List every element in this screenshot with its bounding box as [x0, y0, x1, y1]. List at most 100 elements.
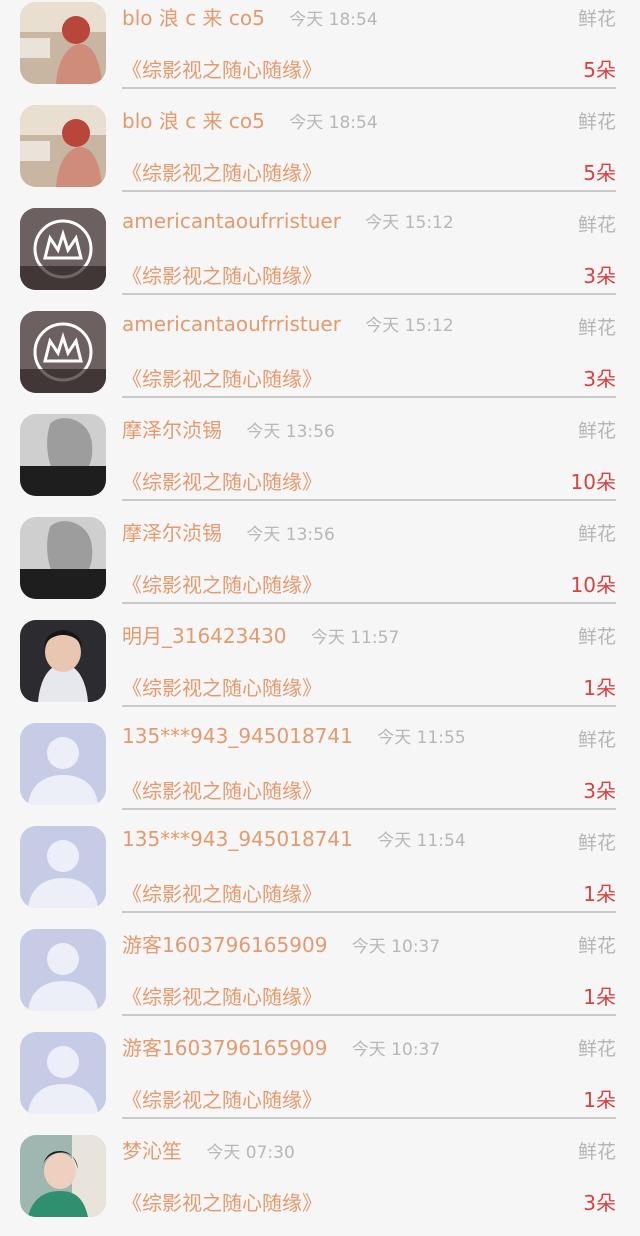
username-text: 135***943_945018741 — [122, 724, 353, 748]
list-item[interactable]: 游客1603796165909 今天 10:37 鲜花 《综影视之随心随缘》 1… — [0, 927, 640, 1030]
gift-type: 鲜花 — [577, 729, 616, 751]
book-title[interactable]: 《综影视之随心随缘》 — [122, 775, 322, 804]
list-item[interactable]: 梦沁笙 今天 07:30 鲜花 《综影视之随心随缘》 3朵 — [0, 1133, 640, 1236]
avatar[interactable] — [20, 2, 106, 84]
timestamp: 今天 11:55 — [377, 728, 466, 748]
gift-type: 鲜花 — [577, 317, 616, 339]
avatar[interactable] — [20, 208, 106, 290]
divider — [122, 602, 616, 604]
gift-count: 5朵 — [583, 161, 616, 185]
gift-type: 鲜花 — [577, 1038, 616, 1060]
username: 明月_316423430 今天 11:57 — [122, 620, 399, 649]
avatar[interactable] — [20, 929, 106, 1011]
username-text: 游客1603796165909 — [122, 933, 328, 957]
username: 梦沁笙 今天 07:30 — [122, 1135, 295, 1164]
avatar-photo-icon — [20, 105, 106, 187]
book-title[interactable]: 《综影视之随心随缘》 — [122, 569, 322, 598]
default-avatar-icon — [20, 929, 106, 1011]
timestamp: 今天 15:12 — [365, 316, 454, 336]
gift-count: 1朵 — [583, 676, 616, 700]
gift-count: 3朵 — [583, 1191, 616, 1215]
avatar[interactable] — [20, 311, 106, 393]
timestamp: 今天 07:30 — [206, 1143, 295, 1163]
username: americantaoufrristuer 今天 15:12 — [122, 311, 454, 336]
book-title[interactable]: 《综影视之随心随缘》 — [122, 260, 322, 289]
list-item[interactable]: 135***943_945018741 今天 11:55 鲜花 《综影视之随心随… — [0, 721, 640, 824]
username: 游客1603796165909 今天 10:37 — [122, 929, 440, 958]
avatar[interactable] — [20, 414, 106, 496]
divider — [122, 808, 616, 810]
timestamp: 今天 18:54 — [289, 113, 378, 133]
timestamp: 今天 15:12 — [365, 213, 454, 233]
username: blo 浪 c 来 co5 今天 18:54 — [122, 105, 378, 134]
default-avatar-icon — [20, 723, 106, 805]
gift-count: 3朵 — [583, 779, 616, 803]
username: 135***943_945018741 今天 11:55 — [122, 723, 466, 748]
gift-count: 3朵 — [583, 264, 616, 288]
list-item[interactable]: 摩泽尔浈锡 今天 13:56 鲜花 《综影视之随心随缘》 10朵 — [0, 515, 640, 618]
timestamp: 今天 10:37 — [351, 937, 441, 957]
list-item[interactable]: americantaoufrristuer 今天 15:12 鲜花 《综影视之随… — [0, 309, 640, 412]
gift-type: 鲜花 — [577, 832, 616, 854]
timestamp: 今天 11:57 — [310, 628, 400, 648]
gift-type: 鲜花 — [577, 214, 616, 236]
username: 135***943_945018741 今天 11:54 — [122, 826, 466, 851]
avatar-photo-icon — [20, 311, 106, 393]
book-title[interactable]: 《综影视之随心随缘》 — [122, 1187, 322, 1216]
gift-type: 鲜花 — [577, 8, 616, 30]
gift-count: 5朵 — [583, 58, 616, 82]
divider — [122, 911, 616, 913]
username-text: 摩泽尔浈锡 — [122, 418, 222, 442]
username-text: americantaoufrristuer — [122, 312, 341, 336]
default-avatar-icon — [20, 826, 106, 908]
username: 摩泽尔浈锡 今天 13:56 — [122, 517, 335, 546]
gift-count: 10朵 — [570, 470, 616, 494]
divider — [122, 190, 616, 192]
avatar[interactable] — [20, 620, 106, 702]
timestamp: 今天 10:37 — [351, 1040, 441, 1060]
avatar[interactable] — [20, 1032, 106, 1114]
avatar[interactable] — [20, 517, 106, 599]
avatar[interactable] — [20, 723, 106, 805]
book-title[interactable]: 《综影视之随心随缘》 — [122, 981, 322, 1010]
list-item[interactable]: 135***943_945018741 今天 11:54 鲜花 《综影视之随心随… — [0, 824, 640, 927]
avatar[interactable] — [20, 1135, 106, 1217]
gift-type: 鲜花 — [577, 935, 616, 957]
book-title[interactable]: 《综影视之随心随缘》 — [122, 54, 322, 83]
gift-type: 鲜花 — [577, 626, 616, 648]
avatar-photo-icon — [20, 620, 106, 702]
gift-type: 鲜花 — [577, 111, 616, 133]
book-title[interactable]: 《综影视之随心随缘》 — [122, 157, 322, 186]
book-title[interactable]: 《综影视之随心随缘》 — [122, 878, 322, 907]
book-title[interactable]: 《综影视之随心随缘》 — [122, 672, 322, 701]
divider — [122, 1117, 616, 1119]
gift-count: 1朵 — [583, 985, 616, 1009]
book-title[interactable]: 《综影视之随心随缘》 — [122, 466, 322, 495]
username-text: 游客1603796165909 — [122, 1036, 328, 1060]
username: 游客1603796165909 今天 10:37 — [122, 1032, 440, 1061]
list-item[interactable]: americantaoufrristuer 今天 15:12 鲜花 《综影视之随… — [0, 206, 640, 309]
username-text: americantaoufrristuer — [122, 209, 341, 233]
list-item[interactable]: blo 浪 c 来 co5 今天 18:54 鲜花 《综影视之随心随缘》 5朵 — [0, 103, 640, 206]
list-item[interactable]: 明月_316423430 今天 11:57 鲜花 《综影视之随心随缘》 1朵 — [0, 618, 640, 721]
avatar[interactable] — [20, 105, 106, 187]
username-text: blo 浪 c 来 co5 — [122, 109, 265, 133]
username: americantaoufrristuer 今天 15:12 — [122, 208, 454, 233]
username: blo 浪 c 来 co5 今天 18:54 — [122, 2, 378, 31]
username-text: 明月_316423430 — [122, 624, 287, 648]
timestamp: 今天 13:56 — [246, 422, 335, 442]
divider — [122, 293, 616, 295]
avatar-photo-icon — [20, 517, 106, 599]
list-item[interactable]: 摩泽尔浈锡 今天 13:56 鲜花 《综影视之随心随缘》 10朵 — [0, 412, 640, 515]
gift-type: 鲜花 — [577, 420, 616, 442]
list-item[interactable]: 游客1603796165909 今天 10:37 鲜花 《综影视之随心随缘》 1… — [0, 1030, 640, 1133]
divider — [122, 396, 616, 398]
divider — [122, 1014, 616, 1016]
book-title[interactable]: 《综影视之随心随缘》 — [122, 363, 322, 392]
avatar[interactable] — [20, 826, 106, 908]
book-title[interactable]: 《综影视之随心随缘》 — [122, 1084, 322, 1113]
list-item[interactable]: blo 浪 c 来 co5 今天 18:54 鲜花 《综影视之随心随缘》 5朵 — [0, 0, 640, 103]
divider — [122, 705, 616, 707]
username-text: 摩泽尔浈锡 — [122, 521, 222, 545]
username-text: 梦沁笙 — [122, 1139, 182, 1163]
